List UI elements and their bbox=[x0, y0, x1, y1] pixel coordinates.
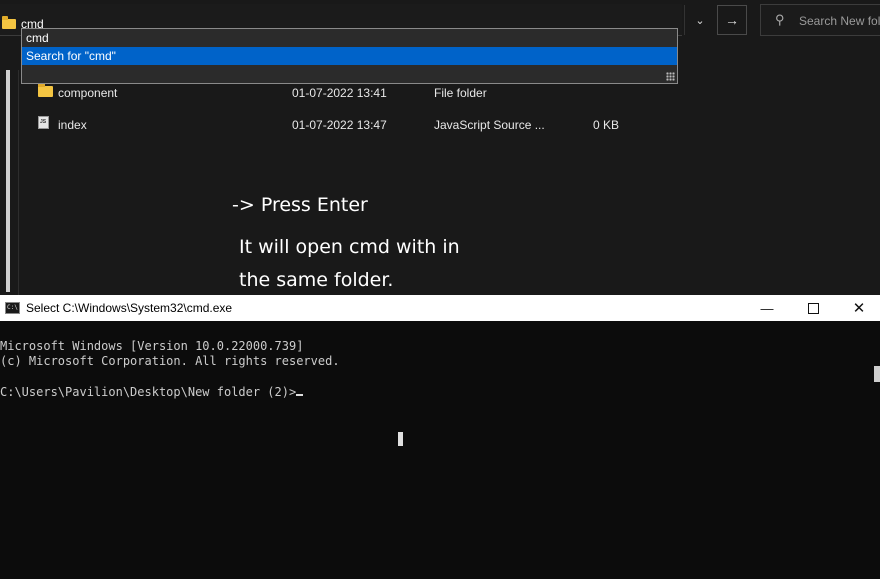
file-date: 01-07-2022 13:47 bbox=[292, 118, 387, 132]
pane-divider bbox=[18, 70, 19, 295]
text-cursor bbox=[296, 394, 304, 396]
file-row[interactable]: component 01-07-2022 13:41 File folder bbox=[22, 80, 662, 104]
scrollbar-thumb[interactable] bbox=[874, 366, 880, 382]
go-arrow-button[interactable]: → bbox=[717, 5, 747, 35]
js-file-icon bbox=[38, 116, 49, 129]
cmd-title-bar[interactable]: C:\ Select C:\Windows\System32\cmd.exe —… bbox=[0, 295, 880, 321]
navigation-pane-scrollbar[interactable] bbox=[6, 70, 10, 292]
annotation-note-line: the same folder. bbox=[239, 269, 394, 291]
close-button[interactable]: ✕ bbox=[836, 295, 880, 321]
suggestion-item-selected[interactable]: Search for "cmd" bbox=[22, 47, 677, 65]
console-line: (c) Microsoft Corporation. All rights re… bbox=[0, 354, 340, 368]
file-type: File folder bbox=[434, 86, 487, 100]
terminal-icon: C:\ bbox=[5, 302, 20, 314]
maximize-button[interactable] bbox=[790, 295, 836, 321]
console-prompt: C:\Users\Pavilion\Desktop\New folder (2)… bbox=[0, 385, 297, 399]
file-date: 01-07-2022 13:41 bbox=[292, 86, 387, 100]
mouse-text-cursor bbox=[398, 432, 403, 446]
file-name: index bbox=[58, 118, 87, 132]
file-size: 0 KB bbox=[593, 118, 620, 132]
file-row[interactable]: index 01-07-2022 13:47 JavaScript Source… bbox=[22, 112, 662, 136]
maximize-icon bbox=[807, 302, 819, 314]
console-line: Microsoft Windows [Version 10.0.22000.73… bbox=[0, 338, 304, 353]
chevron-down-icon[interactable]: ⌄ bbox=[684, 5, 715, 35]
search-icon: ⚲ bbox=[775, 12, 785, 27]
window-title: Select C:\Windows\System32\cmd.exe bbox=[26, 301, 233, 315]
file-explorer-window: cmd ⌄ → ⚲ Search New fol cmd Search for … bbox=[0, 0, 880, 295]
annotation-step: -> Press Enter bbox=[232, 194, 368, 216]
resize-grip-icon[interactable] bbox=[666, 72, 675, 81]
folder-icon bbox=[38, 84, 53, 97]
console-prompt-line: C:\Users\Pavilion\Desktop\New folder (2)… bbox=[0, 385, 340, 401]
minimize-button[interactable]: — bbox=[744, 295, 790, 321]
console-scrollbar[interactable] bbox=[868, 323, 880, 579]
search-placeholder: Search New fol bbox=[799, 14, 880, 28]
folder-icon bbox=[2, 16, 16, 29]
address-suggestions-dropdown: cmd Search for "cmd" bbox=[21, 28, 678, 84]
file-type: JavaScript Source ... bbox=[434, 118, 545, 132]
file-name: component bbox=[58, 86, 118, 100]
cmd-window: C:\ Select C:\Windows\System32\cmd.exe —… bbox=[0, 295, 880, 579]
search-box[interactable]: ⚲ Search New fol bbox=[760, 4, 880, 36]
suggestion-item[interactable]: cmd bbox=[22, 29, 677, 47]
annotation-note-line: It will open cmd with in bbox=[239, 236, 460, 258]
console-output[interactable]: Microsoft Windows [Version 10.0.22000.73… bbox=[0, 323, 340, 432]
annotation-note: It will open cmd with in the same folder… bbox=[239, 231, 499, 297]
